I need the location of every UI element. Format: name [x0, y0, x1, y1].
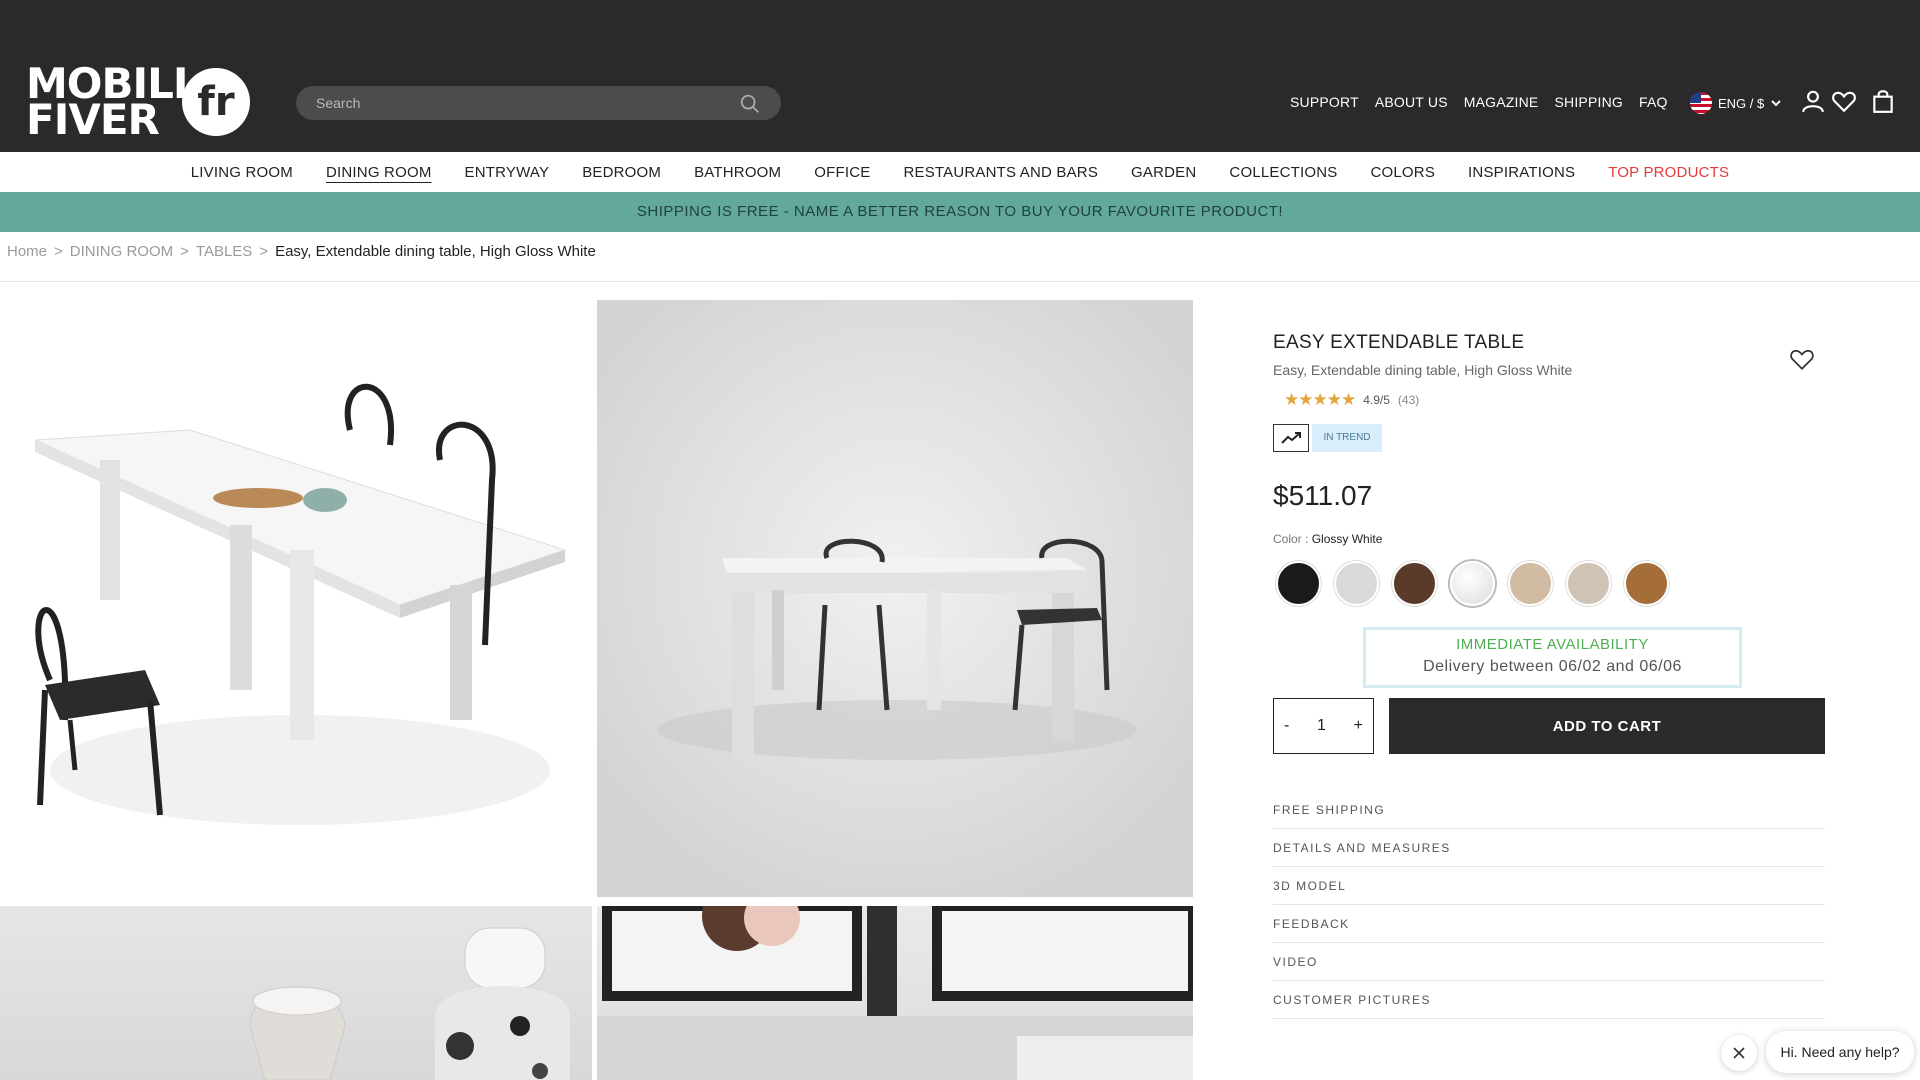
nav-item-colors[interactable]: COLORS [1370, 164, 1435, 181]
qty-increase-button[interactable]: + [1354, 717, 1363, 735]
search-bar [296, 86, 781, 120]
top-link-faq[interactable]: FAQ [1639, 94, 1668, 114]
main-nav: LIVING ROOM DINING ROOM ENTRYWAY BEDROOM… [0, 152, 1920, 192]
swatch-rustic-oak[interactable] [1624, 561, 1669, 606]
search-icon[interactable] [739, 93, 761, 115]
breadcrumb-separator: > [180, 243, 189, 260]
swatch-ash[interactable] [1566, 561, 1611, 606]
language-label: ENG / $ [1718, 95, 1765, 111]
breadcrumb: Home > DINING ROOM > TABLES > Easy, Extendable… [7, 243, 596, 260]
product-image-front[interactable] [597, 300, 1193, 897]
user-icon[interactable] [1800, 88, 1826, 114]
nav-item-dining-room[interactable]: DINING ROOM [326, 164, 432, 181]
accordion-feedback[interactable]: FEEDBACK [1273, 905, 1825, 943]
logo-badge: fr [182, 68, 250, 136]
selected-color-name: Glossy White [1311, 532, 1383, 546]
close-icon [1733, 1047, 1745, 1059]
nav-item-office[interactable]: OFFICE [814, 164, 870, 181]
product-image-extended[interactable] [0, 300, 592, 897]
breadcrumb-subcategory[interactable]: TABLES [196, 243, 252, 260]
chevron-down-icon [1771, 100, 1781, 107]
swatch-oak-light[interactable] [1508, 561, 1553, 606]
top-link-shipping[interactable]: SHIPPING [1554, 94, 1623, 114]
product-image-detail-vases[interactable] [0, 906, 592, 1080]
breadcrumb-home[interactable]: Home [7, 243, 47, 260]
product-rating[interactable]: ★★★★★ 4.9/5 (43) [1284, 390, 1419, 410]
heart-icon[interactable] [1831, 88, 1857, 114]
product-image-room[interactable] [597, 906, 1193, 1080]
color-label: Color : Glossy White [1273, 532, 1383, 546]
accordion-free-shipping[interactable]: FREE SHIPPING [1273, 791, 1825, 829]
swatch-walnut[interactable] [1392, 561, 1437, 606]
accordion-video[interactable]: VIDEO [1273, 943, 1825, 981]
nav-item-garden[interactable]: GARDEN [1131, 164, 1196, 181]
rating-stars: ★★★★★ [1284, 390, 1356, 409]
nav-item-inspirations[interactable]: INSPIRATIONS [1468, 164, 1575, 181]
chat-help-bubble[interactable]: Hi. Need any help? [1766, 1031, 1914, 1073]
top-links: SUPPORT ABOUT US MAGAZINE SHIPPING FAQ [1290, 94, 1668, 114]
nav-item-bathroom[interactable]: BATHROOM [694, 164, 781, 181]
swatch-light-grey[interactable] [1334, 561, 1379, 606]
product-subtitle: Easy, Extendable dining table, High Glos… [1273, 362, 1573, 378]
top-link-magazine[interactable]: MAGAZINE [1464, 94, 1539, 114]
accordion-details[interactable]: DETAILS AND MEASURES [1273, 829, 1825, 867]
rating-score: 4.9/5 [1363, 393, 1390, 407]
search-input[interactable] [316, 86, 716, 120]
table-front-illustration [657, 538, 1137, 763]
qty-decrease-button[interactable]: - [1284, 717, 1289, 735]
breadcrumb-separator: > [54, 243, 63, 260]
language-selector[interactable]: ENG / $ [1690, 92, 1782, 114]
quantity-stepper: - 1 + [1273, 698, 1374, 754]
product-title: EASY EXTENDABLE TABLE [1273, 332, 1525, 353]
nav-item-top-products[interactable]: TOP PRODUCTS [1608, 164, 1729, 181]
bag-icon[interactable] [1870, 88, 1896, 114]
nav-item-bedroom[interactable]: BEDROOM [582, 164, 661, 181]
nav-item-restaurants[interactable]: RESTAURANTS AND BARS [903, 164, 1098, 181]
trend-badge: IN TREND [1312, 424, 1382, 452]
breadcrumb-separator: > [259, 243, 269, 260]
chat-close-button[interactable] [1721, 1035, 1757, 1071]
room-illustration [597, 906, 1193, 1080]
add-to-cart-button[interactable]: ADD TO CART [1389, 698, 1825, 754]
header-divider [0, 281, 1920, 282]
nav-item-living-room[interactable]: LIVING ROOM [191, 164, 293, 181]
swatch-glossy-white[interactable] [1450, 561, 1495, 606]
availability-box: IMMEDIATE AVAILABILITY Delivery between … [1363, 627, 1742, 688]
qty-value[interactable]: 1 [1317, 717, 1326, 735]
swatch-black[interactable] [1276, 561, 1321, 606]
wishlist-heart-icon[interactable] [1788, 346, 1816, 372]
site-header: MOBILI FIVER fr SUPPORT ABOUT US MAGAZIN… [0, 0, 1920, 152]
flag-icon [1690, 92, 1712, 114]
table-illustration [34, 383, 567, 825]
breadcrumb-category[interactable]: DINING ROOM [70, 243, 173, 260]
site-logo[interactable]: MOBILI FIVER fr [26, 59, 256, 144]
nav-item-collections[interactable]: COLLECTIONS [1229, 164, 1337, 181]
color-swatches [1276, 561, 1669, 606]
top-link-about[interactable]: ABOUT US [1375, 94, 1448, 114]
promo-banner: SHIPPING IS FREE - NAME A BETTER REASON … [0, 192, 1920, 232]
trending-icon [1273, 424, 1309, 452]
review-count: (43) [1397, 393, 1420, 407]
accordion-3d-model[interactable]: 3D MODEL [1273, 867, 1825, 905]
accordion-customer-pictures[interactable]: CUSTOMER PICTURES [1273, 981, 1825, 1019]
delivery-window: Delivery between 06/02 and 06/06 [1423, 658, 1682, 675]
breadcrumb-current: Easy, Extendable dining table, High Glos… [275, 243, 596, 260]
product-price: $511.07 [1273, 480, 1373, 511]
availability-title: IMMEDIATE AVAILABILITY [1456, 636, 1649, 653]
top-link-support[interactable]: SUPPORT [1290, 94, 1359, 114]
vases-illustration [249, 927, 570, 1080]
logo-wordmark: MOBILI FIVER [26, 59, 189, 144]
nav-item-entryway[interactable]: ENTRYWAY [465, 164, 550, 181]
